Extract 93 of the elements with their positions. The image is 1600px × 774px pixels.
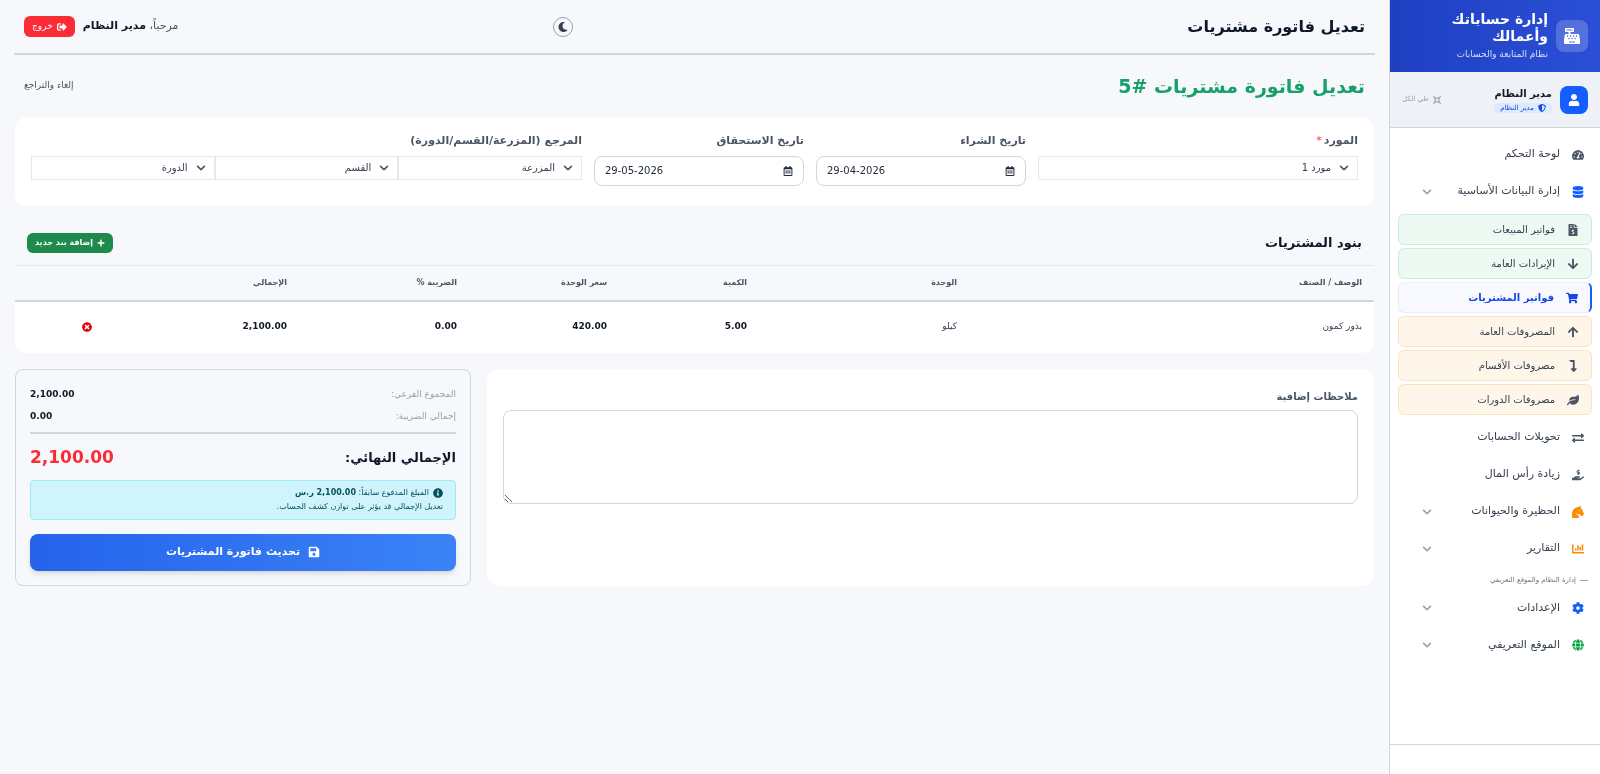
menu-group[interactable]: التقارير bbox=[1398, 530, 1592, 567]
shield-icon bbox=[1538, 104, 1546, 112]
submenu-item[interactable]: المصروفات العامة bbox=[1398, 316, 1592, 347]
leaf-icon bbox=[1567, 393, 1579, 406]
menu-item[interactable]: لوحة التحكم bbox=[1398, 136, 1592, 173]
column-header: الوحدة bbox=[930, 276, 957, 289]
chevron-icon bbox=[1422, 186, 1432, 197]
column-header: الوصف / الصنف bbox=[1298, 276, 1362, 289]
cancel-link[interactable]: إلغاء والتراجع bbox=[24, 79, 74, 93]
save-icon bbox=[308, 546, 321, 558]
column-header: الضريبة % bbox=[415, 276, 457, 289]
menu-group[interactable]: إدارة البيانات الأساسية bbox=[1398, 173, 1592, 210]
section-title: بنود المشتريات bbox=[1264, 234, 1362, 253]
arrow-down-icon bbox=[1567, 257, 1579, 270]
table-cell-text: 420.00 bbox=[571, 320, 607, 334]
select-field[interactable]: الدورة bbox=[31, 155, 215, 180]
menu-group[interactable]: الحظيرة والحيوانات bbox=[1398, 493, 1592, 530]
chevron-icon bbox=[1422, 506, 1432, 517]
submenu-item[interactable]: مصروفات الأقسام bbox=[1398, 350, 1592, 381]
database-icon bbox=[1572, 185, 1584, 198]
menu-item[interactable]: تحويلات الحسابات bbox=[1398, 419, 1592, 456]
remove-row-icon[interactable] bbox=[82, 322, 92, 332]
table-cell-text: بذور كمون bbox=[1321, 320, 1362, 334]
moon-icon bbox=[557, 21, 568, 32]
date-field[interactable]: 29-05-2026 bbox=[594, 155, 804, 186]
add-item-button[interactable]: إضافة بند جديد bbox=[27, 233, 114, 253]
total-value: 2,100.00 bbox=[30, 445, 114, 469]
settings-icon bbox=[1572, 602, 1584, 614]
info-icon bbox=[433, 487, 443, 498]
select-field[interactable]: القسم bbox=[214, 155, 399, 180]
chevron-icon bbox=[195, 162, 206, 173]
field-label: تاريخ الشراء bbox=[960, 133, 1026, 149]
chevron-icon bbox=[1339, 162, 1349, 173]
notes-field[interactable] bbox=[503, 409, 1358, 504]
subtotal-label: المجموع الفرعي: bbox=[391, 387, 456, 401]
total-label: الإجمالي النهائي: bbox=[345, 448, 456, 467]
chevron-icon bbox=[1422, 543, 1432, 554]
submenu-item[interactable]: فواتير المشتريات bbox=[1398, 282, 1592, 313]
user-name: مدير النظام bbox=[1494, 86, 1552, 101]
register-icon bbox=[1556, 20, 1588, 52]
table-cell-text: 2,100.00 bbox=[241, 320, 287, 334]
submenu-item[interactable]: مصروفات الدورات bbox=[1398, 384, 1592, 415]
compress-icon bbox=[1432, 95, 1441, 104]
field-label: تاريخ الاستحقاق bbox=[716, 133, 804, 149]
update-invoice-button[interactable]: تحديث فاتورة المشتريات bbox=[30, 533, 456, 571]
globe-icon bbox=[1572, 639, 1584, 651]
column-header: الكمية bbox=[722, 276, 747, 289]
chevron-icon bbox=[1422, 640, 1432, 650]
user-icon bbox=[1568, 93, 1580, 106]
chart-icon bbox=[1572, 542, 1584, 555]
required-mark: * bbox=[1316, 133, 1322, 149]
calendar-icon[interactable] bbox=[783, 165, 793, 176]
hand-coins-icon bbox=[1572, 468, 1584, 481]
column-header: الإجمالي bbox=[252, 276, 287, 289]
table-cell-text: كيلو bbox=[941, 320, 957, 334]
logout-icon bbox=[56, 21, 67, 32]
date-field[interactable]: 29-04-2026 bbox=[816, 155, 1026, 186]
tax-label: إجمالي الضريبة: bbox=[395, 409, 456, 424]
brand-title: إدارة حساباتك وأعمالك bbox=[1450, 10, 1548, 46]
chevron-icon bbox=[563, 162, 573, 173]
welcome-text: مرحباً، مدير النظام bbox=[82, 18, 179, 35]
invoice-icon bbox=[1567, 223, 1579, 236]
menu-group[interactable]: الإعدادات bbox=[1398, 589, 1592, 627]
turn-down-icon bbox=[1567, 359, 1579, 372]
tax-value: 0.00 bbox=[30, 409, 53, 423]
table-cell-text: 0.00 bbox=[433, 320, 457, 334]
plus-icon bbox=[97, 239, 106, 247]
chevron-icon bbox=[379, 162, 390, 173]
menu-item[interactable]: زيادة رأس المال bbox=[1398, 456, 1592, 493]
menu-group[interactable]: الموقع التعريفي bbox=[1398, 626, 1592, 664]
calendar-icon[interactable] bbox=[1005, 165, 1015, 176]
column-header: سعر الوحدة bbox=[560, 276, 607, 289]
alert-note: تعديل الإجمالي قد يؤثر على توازن كشف الحساب. bbox=[275, 500, 443, 513]
select-field[interactable]: مورد 1 bbox=[1038, 155, 1358, 180]
gauge-icon bbox=[1572, 148, 1584, 161]
submenu-item[interactable]: فواتير المبيعات bbox=[1398, 214, 1592, 245]
field-label: المورد bbox=[1323, 133, 1358, 149]
cart-icon bbox=[1566, 291, 1578, 304]
exchange-icon bbox=[1572, 431, 1584, 444]
table-cell-text: 5.00 bbox=[723, 320, 747, 334]
horse-icon bbox=[1572, 505, 1584, 518]
select-field[interactable]: المزرعة bbox=[398, 155, 582, 180]
logout-button[interactable]: خروج bbox=[24, 15, 75, 38]
field-label: المرجع (المزرعة/القسم/الدورة) bbox=[410, 133, 582, 149]
paid-amount-text: المبلغ المدفوع سابقاً: 2,100.00 ر.س bbox=[295, 486, 429, 499]
chevron-icon bbox=[1422, 603, 1432, 613]
submenu-item[interactable]: الإيرادات العامة bbox=[1398, 248, 1592, 279]
page-title: تعديل فاتورة مشتريات bbox=[1187, 15, 1365, 38]
subtotal-value: 2,100.00 bbox=[30, 387, 75, 401]
arrow-up-icon bbox=[1567, 325, 1579, 338]
brand-subtitle: نظام المتابعة والحسابات bbox=[1455, 47, 1548, 61]
invoice-heading: تعديل فاتورة مشتريات #5 bbox=[1118, 73, 1365, 100]
field-label: ملاحظات إضافية bbox=[1275, 389, 1358, 404]
